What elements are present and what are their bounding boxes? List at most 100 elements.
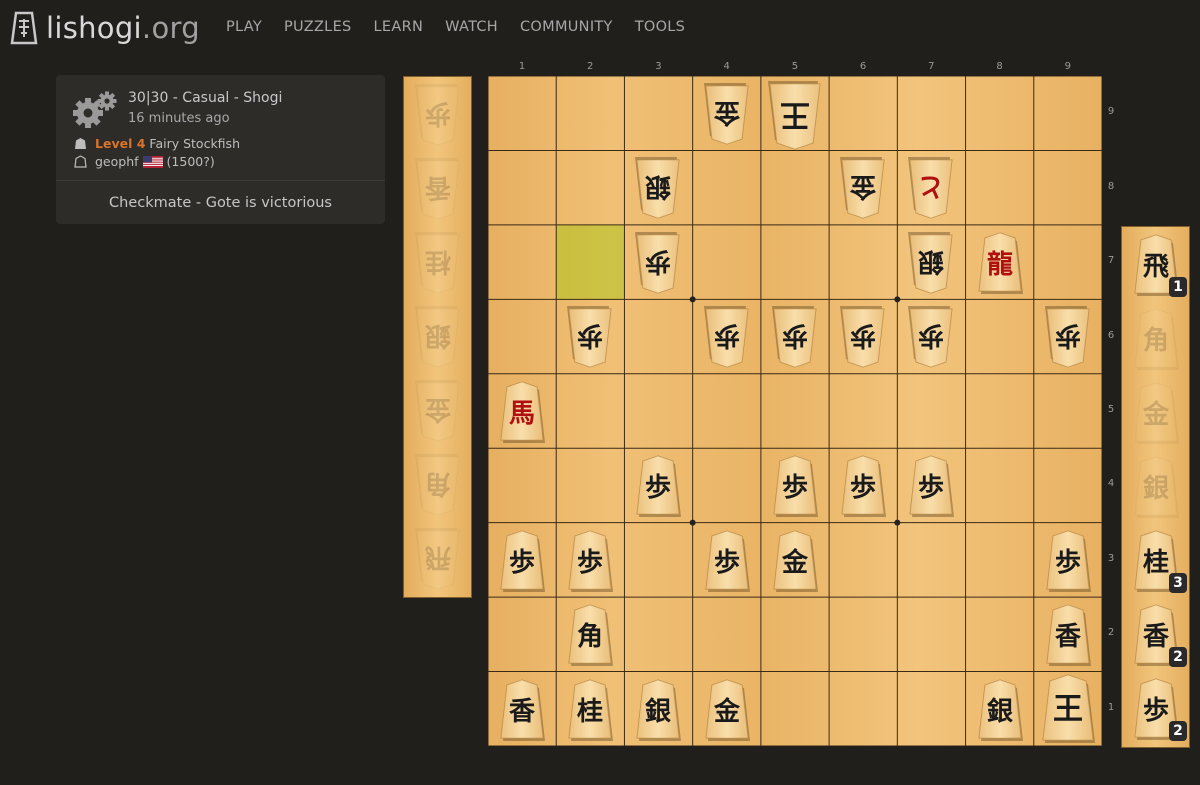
- nav-watch[interactable]: WATCH: [445, 19, 498, 35]
- rank-label: 3: [1107, 552, 1115, 564]
- svg-text:飛: 飛: [425, 542, 451, 572]
- svg-text:歩: 歩: [577, 320, 603, 350]
- svg-text:歩: 歩: [1055, 320, 1081, 350]
- nav-tools[interactable]: TOOLS: [635, 19, 685, 35]
- game-time-ago[interactable]: 16 minutes ago: [128, 111, 230, 126]
- rank-label: 6: [1107, 329, 1115, 341]
- svg-text:龍: 龍: [987, 249, 1013, 280]
- gote-hand-piece: 銀: [404, 299, 472, 373]
- gote-piece[interactable]: 歩: [761, 299, 829, 373]
- file-label: 3: [655, 61, 662, 72]
- gote-hand-slot: 金: [404, 373, 471, 447]
- gote-hand-slot: 桂: [404, 225, 471, 299]
- nav-play[interactable]: PLAY: [226, 19, 262, 35]
- gote-hand-piece: 歩: [404, 77, 472, 151]
- svg-text:歩: 歩: [645, 246, 671, 276]
- gote-piece[interactable]: 歩: [1034, 299, 1102, 373]
- rank-label: 9: [1107, 106, 1115, 118]
- svg-text:歩: 歩: [782, 473, 808, 503]
- gote-piece[interactable]: 銀: [624, 150, 692, 224]
- svg-text:香: 香: [1055, 622, 1081, 652]
- file-label: 9: [1064, 61, 1071, 72]
- svg-text:歩: 歩: [645, 473, 671, 503]
- sente-name[interactable]: geophf: [95, 154, 139, 169]
- sente-rating: (1500?): [166, 154, 215, 169]
- gote-piece[interactable]: 歩: [624, 225, 692, 299]
- gote-player: Level 4 Fairy Stockfish: [74, 136, 240, 151]
- svg-text:香: 香: [425, 172, 451, 202]
- file-label: 7: [928, 61, 935, 72]
- svg-text:銀: 銀: [645, 697, 671, 727]
- sente-piece[interactable]: 歩: [761, 448, 829, 522]
- sente-piece[interactable]: 歩: [556, 523, 624, 597]
- sente-piece[interactable]: 香: [488, 672, 556, 746]
- gote-hand-piece: 飛: [404, 521, 472, 595]
- svg-text:馬: 馬: [509, 399, 535, 429]
- hand-count-badge: 2: [1169, 647, 1187, 667]
- svg-text:歩: 歩: [918, 473, 944, 503]
- sente-piece[interactable]: 歩: [1034, 523, 1102, 597]
- sente-hand-piece: 角: [1122, 301, 1190, 375]
- svg-text:香: 香: [1143, 622, 1169, 652]
- sente-piece[interactable]: 銀: [966, 672, 1034, 746]
- hand-count-badge: 2: [1169, 721, 1187, 741]
- sente-piece[interactable]: 歩: [693, 523, 761, 597]
- svg-text:金: 金: [781, 547, 809, 578]
- gote-piece[interactable]: 歩: [693, 299, 761, 373]
- gote-name: Fairy Stockfish: [149, 136, 240, 151]
- nav-learn[interactable]: LEARN: [374, 19, 424, 35]
- file-coordinates: 1 2 3 4 5 6 7 8 9: [488, 61, 1102, 75]
- sente-piece[interactable]: 歩: [829, 448, 897, 522]
- gote-hand-piece: 香: [404, 151, 472, 225]
- gote-hand-slot: 香: [404, 151, 471, 225]
- gote-piece[interactable]: 金: [829, 150, 897, 224]
- svg-text:歩: 歩: [509, 548, 535, 578]
- svg-text:金: 金: [1142, 399, 1170, 430]
- sente-piece[interactable]: 馬: [488, 374, 556, 448]
- sente-hand-slot: 銀: [1122, 449, 1189, 523]
- gote-piece[interactable]: 王: [761, 76, 829, 150]
- sente-hand-piece: 銀: [1122, 449, 1190, 523]
- svg-text:金: 金: [713, 97, 741, 128]
- sente-piece[interactable]: 金: [761, 523, 829, 597]
- sente-piece[interactable]: 金: [693, 672, 761, 746]
- sente-piece[interactable]: 香: [1034, 597, 1102, 671]
- sente-piece[interactable]: 桂: [556, 672, 624, 746]
- site-logo[interactable]: lishogi.org: [8, 8, 200, 48]
- gote-piece[interactable]: 歩: [829, 299, 897, 373]
- svg-text:歩: 歩: [714, 548, 740, 578]
- sente-hand-slot[interactable]: 歩 2: [1122, 671, 1189, 745]
- gote-piece[interactable]: 歩: [897, 299, 965, 373]
- gote-level: Level 4: [95, 136, 146, 151]
- sente-hand-slot: 金: [1122, 375, 1189, 449]
- svg-text:歩: 歩: [1055, 548, 1081, 578]
- sente-hand-slot[interactable]: 飛 1: [1122, 227, 1189, 301]
- gote-piece[interactable]: 歩: [556, 299, 624, 373]
- sente-hand-slot[interactable]: 香 2: [1122, 597, 1189, 671]
- top-navigation: lishogi.org PLAY PUZZLES LEARN WATCH COM…: [0, 0, 1200, 56]
- sente-piece[interactable]: 歩: [624, 448, 692, 522]
- hand-count-badge: 1: [1169, 277, 1187, 297]
- gote-hand-slot: 歩: [404, 77, 471, 151]
- gote-piece[interactable]: 銀: [897, 225, 965, 299]
- nav-community[interactable]: COMMUNITY: [520, 19, 613, 35]
- us-flag-icon: [142, 155, 163, 168]
- gote-hand: 歩 香 桂 銀 金 角 飛: [403, 76, 472, 598]
- gote-piece[interactable]: と: [897, 150, 965, 224]
- sente-hand-slot[interactable]: 桂 3: [1122, 523, 1189, 597]
- sente-piece[interactable]: 歩: [897, 448, 965, 522]
- gote-piece[interactable]: 金: [693, 76, 761, 150]
- sente-piece[interactable]: 龍: [966, 225, 1034, 299]
- svg-text:歩: 歩: [425, 98, 451, 128]
- sente-piece[interactable]: 銀: [624, 672, 692, 746]
- svg-text:歩: 歩: [850, 320, 876, 350]
- sente-piece[interactable]: 王: [1034, 672, 1102, 746]
- sente-piece[interactable]: 角: [556, 597, 624, 671]
- rank-label: 5: [1107, 404, 1115, 415]
- nav-puzzles[interactable]: PUZZLES: [284, 19, 352, 35]
- shogi-board[interactable]: 金 王 銀 金 と 歩 銀 龍 歩 歩 歩 歩 歩 歩 馬 歩 歩 歩 歩 歩 …: [488, 76, 1102, 746]
- svg-text:歩: 歩: [577, 548, 603, 578]
- gote-player-icon: [75, 138, 86, 149]
- sente-piece[interactable]: 歩: [488, 523, 556, 597]
- file-label: 2: [587, 61, 594, 72]
